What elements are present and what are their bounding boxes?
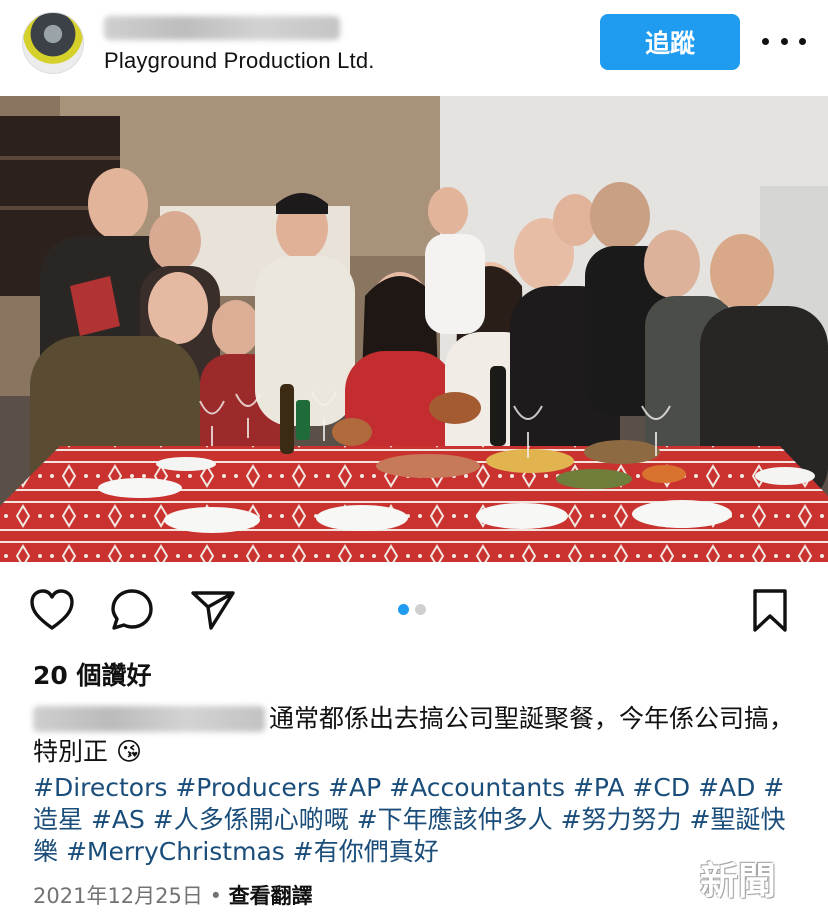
username-blurred[interactable] xyxy=(104,16,340,40)
separator: • xyxy=(202,884,229,908)
save-button[interactable] xyxy=(750,588,790,634)
see-translation-link[interactable]: 查看翻譯 xyxy=(229,884,313,908)
christmas-dinner-photo xyxy=(0,96,828,562)
more-options-icon[interactable] xyxy=(762,26,806,56)
like-button[interactable] xyxy=(28,588,76,632)
carousel-dot-active xyxy=(398,604,409,615)
post-header: Playground Production Ltd. 追蹤 xyxy=(0,0,828,96)
post-caption: 通常都係出去搞公司聖誕聚餐，今年係公司搞，特別正 😘 xyxy=(33,702,803,768)
caption-username-blurred[interactable] xyxy=(33,706,265,732)
follow-button[interactable]: 追蹤 xyxy=(600,14,740,70)
bookmark-icon xyxy=(753,589,787,632)
news-watermark: 新聞 xyxy=(700,850,776,905)
kiss-emoji: 😘 xyxy=(115,737,143,766)
post-photo[interactable] xyxy=(0,96,828,562)
watermark-text: 新聞 xyxy=(700,859,777,903)
send-icon xyxy=(191,591,235,630)
likes-count[interactable]: 20 個讚好 xyxy=(33,656,152,692)
profile-avatar[interactable] xyxy=(22,12,84,74)
carousel-indicator xyxy=(398,604,426,615)
share-button[interactable] xyxy=(189,588,237,632)
post-date: 2021年12月25日 xyxy=(33,884,203,908)
post-meta: 2021年12月25日 • 查看翻譯 xyxy=(33,880,313,910)
location-label[interactable]: Playground Production Ltd. xyxy=(104,48,375,74)
carousel-dot xyxy=(415,604,426,615)
heart-icon xyxy=(30,589,74,630)
hashtags[interactable]: #Directors #Producers #AP #Accountants #… xyxy=(33,772,803,868)
comment-button[interactable] xyxy=(109,588,155,632)
comment-icon xyxy=(111,589,153,630)
